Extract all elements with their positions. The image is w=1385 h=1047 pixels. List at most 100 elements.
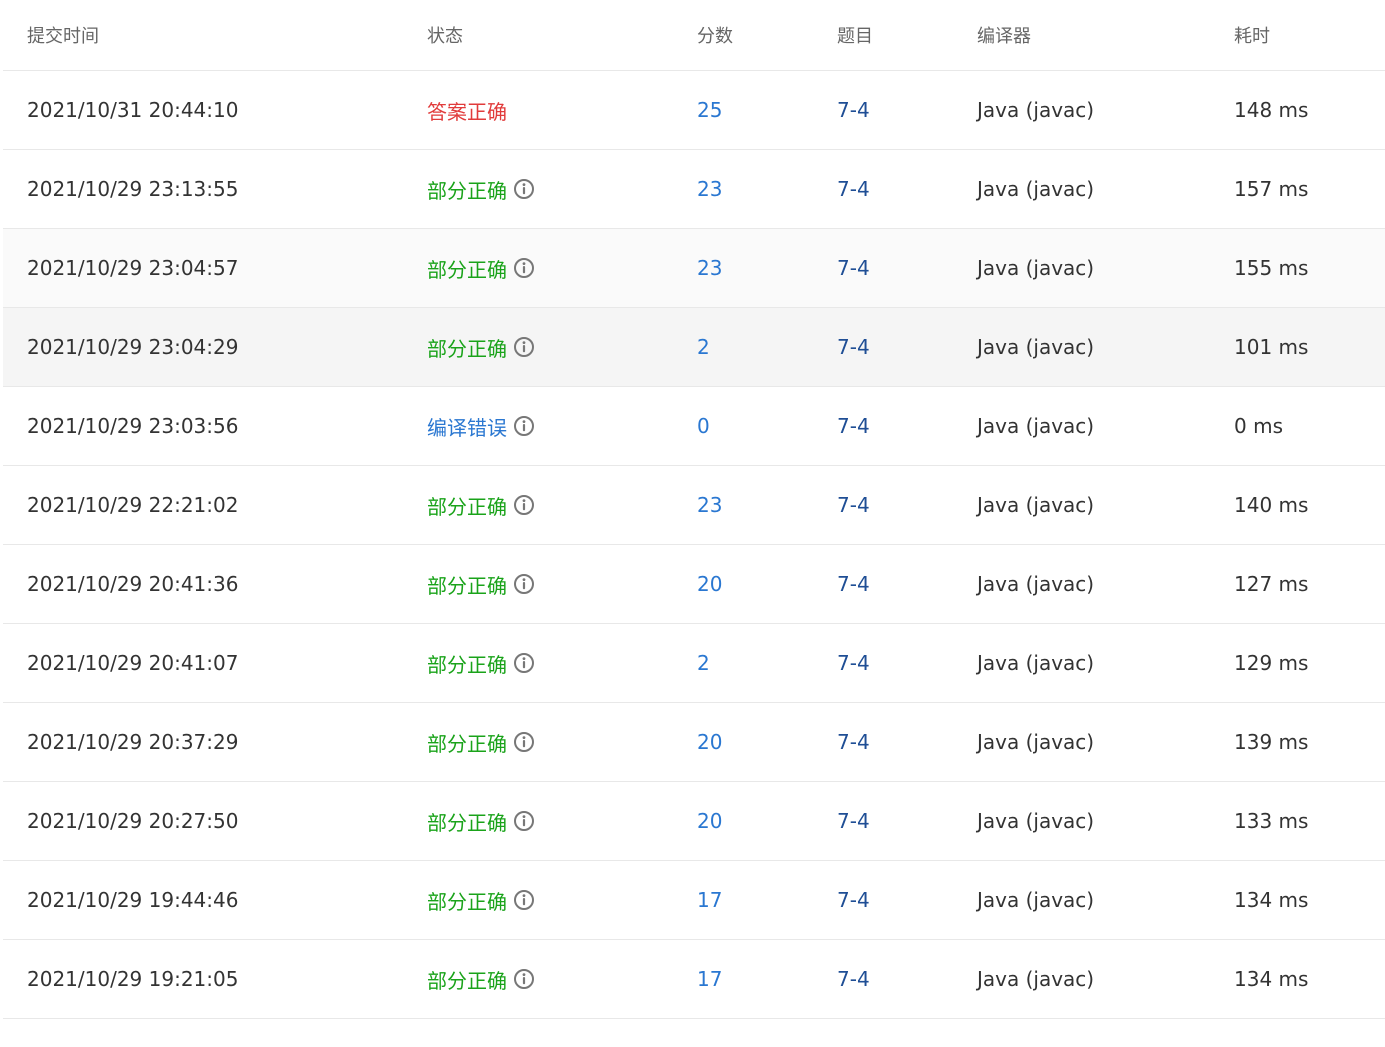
submission-time: 2021/10/29 22:21:02 bbox=[27, 493, 239, 517]
info-icon[interactable] bbox=[513, 731, 535, 753]
duration: 134 ms bbox=[1234, 888, 1309, 912]
table-row: 2021/10/29 23:13:55 部分正确 23 7-4 Java (javac)… bbox=[3, 150, 1385, 229]
score-link[interactable]: 0 bbox=[697, 414, 710, 438]
status-cell: 编译错误 bbox=[427, 387, 535, 465]
submission-time: 2021/10/29 20:41:07 bbox=[27, 651, 239, 675]
problem-link[interactable]: 7-4 bbox=[837, 651, 870, 675]
header-duration: 耗时 bbox=[1234, 26, 1270, 47]
info-icon[interactable] bbox=[513, 257, 535, 279]
problem-link[interactable]: 7-4 bbox=[837, 888, 870, 912]
info-icon[interactable] bbox=[513, 889, 535, 911]
status-link[interactable]: 部分正确 bbox=[427, 965, 507, 994]
submission-time: 2021/10/29 19:44:46 bbox=[27, 888, 239, 912]
problem-link[interactable]: 7-4 bbox=[837, 493, 870, 517]
compiler: Java (javac) bbox=[977, 177, 1095, 201]
score-link[interactable]: 23 bbox=[697, 177, 722, 201]
info-icon[interactable] bbox=[513, 415, 535, 437]
status-link[interactable]: 部分正确 bbox=[427, 570, 507, 599]
duration: 133 ms bbox=[1234, 809, 1309, 833]
table-row: 2021/10/31 20:44:10 答案正确 25 7-4 Java (javac)… bbox=[3, 71, 1385, 150]
problem-link[interactable]: 7-4 bbox=[837, 730, 870, 754]
status-link[interactable]: 编译错误 bbox=[427, 412, 507, 441]
status-cell: 部分正确 bbox=[427, 466, 535, 544]
compiler: Java (javac) bbox=[977, 730, 1095, 754]
duration: 140 ms bbox=[1234, 493, 1309, 517]
submission-time: 2021/10/29 20:41:36 bbox=[27, 572, 239, 596]
table-row: 2021/10/29 19:21:05 部分正确 17 7-4 Java (javac)… bbox=[3, 940, 1385, 1019]
problem-link[interactable]: 7-4 bbox=[837, 572, 870, 596]
score-link[interactable]: 17 bbox=[697, 888, 722, 912]
compiler: Java (javac) bbox=[977, 967, 1095, 991]
table-row: 2021/10/29 20:27:50 部分正确 20 7-4 Java (javac)… bbox=[3, 782, 1385, 861]
score-link[interactable]: 2 bbox=[697, 335, 710, 359]
duration: 0 ms bbox=[1234, 414, 1283, 438]
status-cell: 部分正确 bbox=[427, 308, 535, 386]
score-link[interactable]: 25 bbox=[697, 98, 722, 122]
status-link[interactable]: 部分正确 bbox=[427, 175, 507, 204]
submission-time: 2021/10/31 20:44:10 bbox=[27, 98, 239, 122]
table-row: 2021/10/29 19:44:46 部分正确 17 7-4 Java (javac)… bbox=[3, 861, 1385, 940]
info-icon[interactable] bbox=[513, 968, 535, 990]
compiler: Java (javac) bbox=[977, 98, 1095, 122]
info-icon[interactable] bbox=[513, 336, 535, 358]
status-link[interactable]: 答案正确 bbox=[427, 96, 507, 125]
status-cell: 部分正确 bbox=[427, 940, 535, 1018]
table-row: 2021/10/29 23:04:57 部分正确 23 7-4 Java (javac)… bbox=[3, 229, 1385, 308]
info-icon[interactable] bbox=[513, 810, 535, 832]
table-row: 2021/10/29 20:37:29 部分正确 20 7-4 Java (javac)… bbox=[3, 703, 1385, 782]
info-icon[interactable] bbox=[513, 652, 535, 674]
compiler: Java (javac) bbox=[977, 651, 1095, 675]
duration: 148 ms bbox=[1234, 98, 1309, 122]
score-link[interactable]: 20 bbox=[697, 730, 722, 754]
duration: 127 ms bbox=[1234, 572, 1309, 596]
header-time: 提交时间 bbox=[27, 26, 99, 47]
status-cell: 部分正确 bbox=[427, 782, 535, 860]
problem-link[interactable]: 7-4 bbox=[837, 809, 870, 833]
score-link[interactable]: 17 bbox=[697, 967, 722, 991]
submission-time: 2021/10/29 20:37:29 bbox=[27, 730, 239, 754]
compiler: Java (javac) bbox=[977, 809, 1095, 833]
compiler: Java (javac) bbox=[977, 572, 1095, 596]
duration: 101 ms bbox=[1234, 335, 1309, 359]
status-cell: 部分正确 bbox=[427, 229, 535, 307]
submission-time: 2021/10/29 20:27:50 bbox=[27, 809, 239, 833]
submission-time: 2021/10/29 23:03:56 bbox=[27, 414, 239, 438]
duration: 134 ms bbox=[1234, 967, 1309, 991]
compiler: Java (javac) bbox=[977, 256, 1095, 280]
submissions-table: 提交时间 状态 分数 题目 编译器 耗时 2021/10/31 20:44:10… bbox=[3, 0, 1385, 1019]
table-row: 2021/10/29 20:41:36 部分正确 20 7-4 Java (javac)… bbox=[3, 545, 1385, 624]
problem-link[interactable]: 7-4 bbox=[837, 967, 870, 991]
status-link[interactable]: 部分正确 bbox=[427, 807, 507, 836]
problem-link[interactable]: 7-4 bbox=[837, 98, 870, 122]
score-link[interactable]: 20 bbox=[697, 572, 722, 596]
info-icon[interactable] bbox=[513, 178, 535, 200]
score-link[interactable]: 20 bbox=[697, 809, 722, 833]
status-link[interactable]: 部分正确 bbox=[427, 254, 507, 283]
info-icon[interactable] bbox=[513, 573, 535, 595]
table-body: 2021/10/31 20:44:10 答案正确 25 7-4 Java (javac)… bbox=[3, 71, 1385, 1019]
duration: 129 ms bbox=[1234, 651, 1309, 675]
status-link[interactable]: 部分正确 bbox=[427, 649, 507, 678]
problem-link[interactable]: 7-4 bbox=[837, 335, 870, 359]
problem-link[interactable]: 7-4 bbox=[837, 177, 870, 201]
header-status: 状态 bbox=[427, 26, 463, 47]
duration: 139 ms bbox=[1234, 730, 1309, 754]
score-link[interactable]: 2 bbox=[697, 651, 710, 675]
score-link[interactable]: 23 bbox=[697, 493, 722, 517]
score-link[interactable]: 23 bbox=[697, 256, 722, 280]
submission-time: 2021/10/29 23:13:55 bbox=[27, 177, 239, 201]
status-link[interactable]: 部分正确 bbox=[427, 728, 507, 757]
compiler: Java (javac) bbox=[977, 888, 1095, 912]
submission-time: 2021/10/29 23:04:29 bbox=[27, 335, 239, 359]
status-link[interactable]: 部分正确 bbox=[427, 491, 507, 520]
problem-link[interactable]: 7-4 bbox=[837, 414, 870, 438]
header-compiler: 编译器 bbox=[977, 26, 1031, 47]
status-link[interactable]: 部分正确 bbox=[427, 886, 507, 915]
status-link[interactable]: 部分正确 bbox=[427, 333, 507, 362]
info-icon[interactable] bbox=[513, 494, 535, 516]
duration: 155 ms bbox=[1234, 256, 1309, 280]
problem-link[interactable]: 7-4 bbox=[837, 256, 870, 280]
header-problem: 题目 bbox=[837, 26, 873, 47]
status-cell: 部分正确 bbox=[427, 545, 535, 623]
compiler: Java (javac) bbox=[977, 493, 1095, 517]
